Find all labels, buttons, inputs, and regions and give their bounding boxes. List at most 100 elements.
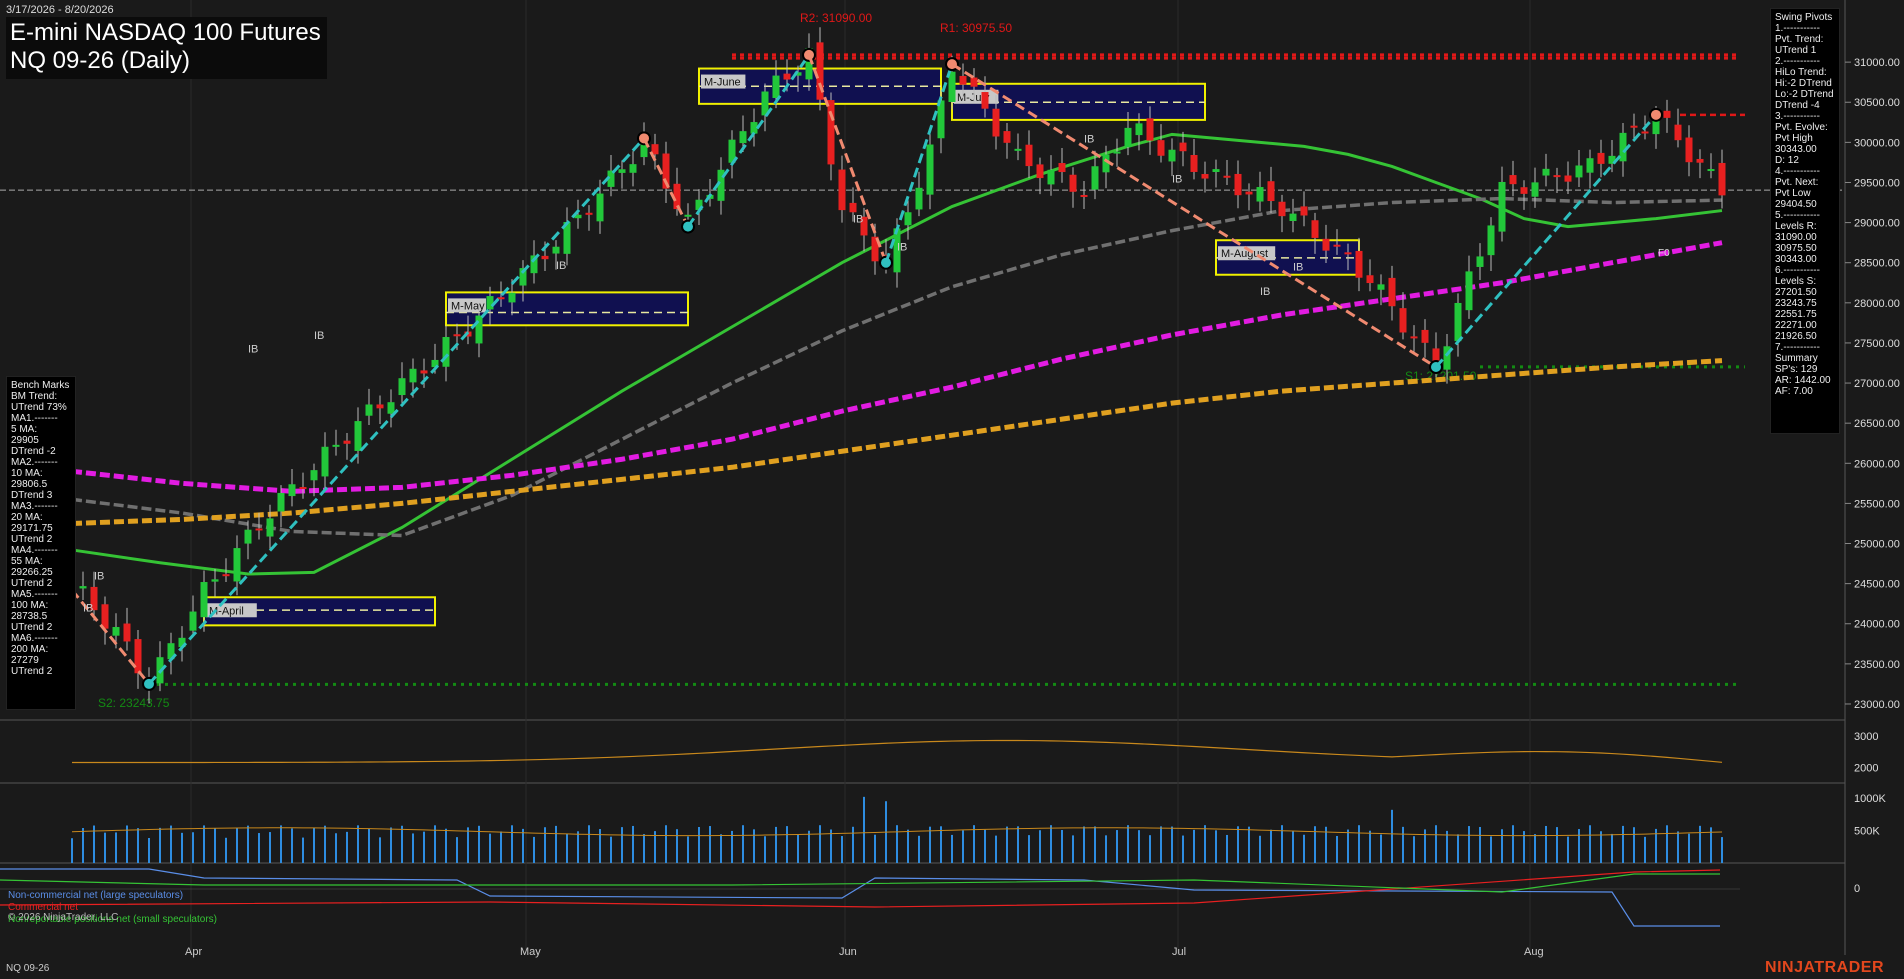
candle-body	[1091, 166, 1099, 190]
benchmarks_panel-line: 10 MA:	[11, 468, 43, 479]
candle-body	[299, 487, 307, 490]
benchmarks_panel-line: UTrend 2	[11, 666, 53, 677]
swing_panel-line: 31090.00	[1775, 232, 1817, 243]
ib-label: IB	[853, 214, 863, 226]
candle-body	[1641, 131, 1649, 134]
candle-body	[1069, 174, 1077, 192]
swing_panel-line: 3.-----------	[1775, 111, 1820, 122]
swing_panel-line: Levels R:	[1775, 221, 1817, 232]
vp-label: M-May	[451, 300, 485, 312]
price-tick-label: 27000.00	[1854, 378, 1900, 390]
level-label: S2: 23243.75	[98, 696, 170, 710]
candle-body	[189, 611, 197, 631]
swing-pivot-marker	[1649, 107, 1663, 122]
candle-body	[409, 368, 417, 383]
candle-body	[1157, 140, 1165, 156]
candle-body	[332, 444, 340, 447]
candle-body	[1399, 308, 1407, 333]
candle-body	[970, 77, 978, 87]
swing_panel-line: UTrend 1	[1775, 45, 1817, 56]
month-label: Aug	[1524, 946, 1544, 958]
candle-body	[266, 518, 274, 537]
candle-body	[1410, 336, 1418, 339]
ib-label: IB	[83, 603, 93, 615]
candle-body	[1014, 148, 1022, 151]
ib-label: IB	[1084, 133, 1094, 145]
price-tick-label: 26500.00	[1854, 418, 1900, 430]
candle-body	[1201, 174, 1209, 179]
candle-body	[1124, 127, 1132, 148]
volume-tick-label: 1000K	[1854, 793, 1886, 805]
swing_panel-line: 30343.00	[1775, 254, 1817, 265]
candle-body	[453, 334, 461, 337]
candle-body	[1135, 123, 1143, 136]
benchmarks_panel-line: MA2.-------	[11, 457, 58, 468]
candle-body	[1542, 168, 1550, 176]
candle-body	[486, 296, 494, 310]
swing_panel-line: 21926.50	[1775, 331, 1817, 342]
candle-body	[1025, 144, 1033, 167]
swing_panel-line: 27201.50	[1775, 287, 1817, 298]
ib-label: IB	[94, 571, 104, 583]
candle-body	[1223, 175, 1231, 178]
candle-body	[1003, 131, 1011, 143]
candle-body	[541, 255, 549, 260]
swing_panel-line: Pvt High	[1775, 133, 1813, 144]
candle-body	[1575, 165, 1583, 178]
candle-body	[1553, 175, 1561, 178]
ma-ma20	[71, 132, 1723, 576]
benchmarks_panel-line: 29171.75	[11, 523, 53, 534]
legend-noncommercial: Non-commercial net (large speculators)	[8, 890, 184, 901]
candle-body	[1663, 110, 1671, 118]
candle-body	[222, 574, 230, 577]
candle-body	[398, 378, 406, 396]
candle-body	[1564, 175, 1572, 182]
swing_panel-line: Hi:-2 DTrend	[1775, 78, 1832, 89]
candle-body	[1333, 244, 1341, 247]
candle-body	[1377, 284, 1385, 290]
price-tick-label: 29500.00	[1854, 177, 1900, 189]
candle-body	[354, 421, 362, 451]
swing_panel-line: 1.-----------	[1775, 23, 1820, 34]
candle-body	[277, 492, 285, 512]
price-chart: 23000.00 23500.00 24000.00 24500.00 25000.00…	[0, 0, 1900, 958]
candle-body	[1344, 252, 1352, 255]
candle-body	[1036, 164, 1044, 179]
candle-body	[992, 108, 1000, 137]
swing_panel-line: 5.-----------	[1775, 210, 1820, 221]
candle-body	[475, 315, 483, 344]
candle-body	[1190, 154, 1198, 172]
candle-body	[1113, 151, 1121, 154]
candle-body	[112, 627, 120, 636]
candle-body	[321, 446, 329, 477]
benchmarks_panel-line: 27279	[11, 655, 39, 666]
candle-body	[233, 548, 241, 582]
price-tick-label: 24000.00	[1854, 619, 1900, 631]
chart-subtitle: NQ 09-26 (Daily)	[10, 47, 191, 74]
swing_panel-line: 7.-----------	[1775, 342, 1820, 353]
price-tick-label: 25000.00	[1854, 539, 1900, 551]
candle-body	[926, 144, 934, 195]
candle-body	[1718, 162, 1726, 196]
chart-title: E-mini NASDAQ 100 Futures	[10, 19, 321, 46]
candle-body	[1311, 220, 1319, 238]
benchmarks_panel-line: 55 MA:	[11, 556, 43, 567]
swing_panel-line: Summary	[1775, 353, 1818, 364]
symbol-footer: NQ 09-26	[6, 963, 50, 974]
benchmarks_panel-line: BM Trend:	[11, 391, 58, 402]
benchmarks_panel-line: DTrend 3	[11, 490, 53, 501]
benchmarks_panel-line: 28738.5	[11, 611, 48, 622]
candle-body	[739, 131, 747, 144]
swing_panel-line: 30343.00	[1775, 144, 1817, 155]
candle-body	[981, 92, 989, 109]
candle-body	[1146, 118, 1154, 141]
swing_panel-line: Pvt. Evolve:	[1775, 122, 1828, 133]
date-range: 3/17/2026 - 8/20/2026	[6, 4, 114, 16]
swing_panel-line: AF: 7.00	[1775, 386, 1813, 397]
candle-body	[1685, 137, 1693, 163]
swing_panel-line: 22271.00	[1775, 320, 1817, 331]
candle-body	[1234, 173, 1242, 196]
candle-body	[1498, 181, 1506, 232]
candle-body	[134, 639, 142, 674]
swing_panel-line: 6.-----------	[1775, 265, 1820, 276]
